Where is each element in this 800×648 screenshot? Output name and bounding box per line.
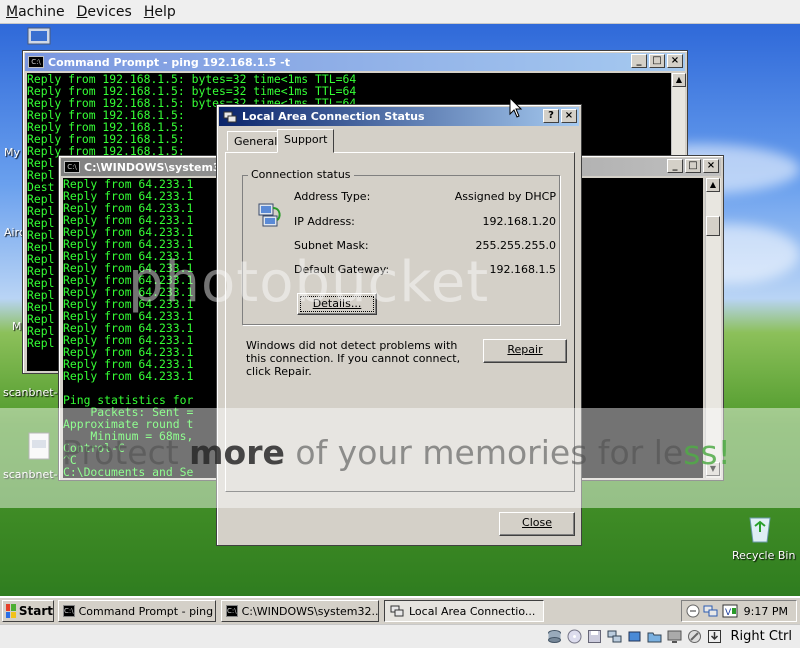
floppy-icon[interactable] <box>587 629 602 644</box>
tray-arrow-icon[interactable] <box>686 604 700 618</box>
start-label: Start <box>18 604 53 618</box>
watermark-slogan: Protect more of your memories for less! <box>62 433 731 472</box>
clock[interactable]: 9:17 PM <box>744 605 788 618</box>
taskbar-item-connection-status[interactable]: Local Area Connectio... <box>384 600 544 622</box>
field-label: Address Type: <box>294 190 371 203</box>
field-value: Assigned by DHCP <box>454 190 556 203</box>
taskbar-item-label: Command Prompt - ping ... <box>78 604 216 618</box>
close-button[interactable]: × <box>703 159 719 173</box>
field-value: 192.168.1.5 <box>489 263 556 276</box>
windows-logo-icon <box>6 604 16 618</box>
scroll-up-icon[interactable]: ▲ <box>672 73 686 87</box>
menu-help[interactable]: Help <box>138 4 182 20</box>
slogan-part-d: ss! <box>683 433 731 472</box>
desktop-edge-label-my: My <box>4 146 21 159</box>
recycle-bin-icon <box>749 517 771 543</box>
menu-devices[interactable]: Devices <box>71 4 138 20</box>
display-icon[interactable] <box>667 629 682 644</box>
tab-support[interactable]: Support <box>277 129 335 153</box>
cmd-icon: C:\ <box>226 605 238 617</box>
recycle-bin[interactable] <box>742 512 778 544</box>
shared-folder-icon[interactable] <box>647 629 662 644</box>
usb-icon[interactable] <box>627 629 642 644</box>
scroll-thumb[interactable] <box>706 216 720 236</box>
network-tray-icon[interactable] <box>703 604 719 618</box>
connection-status-label: Connection status <box>248 168 354 181</box>
app-tray-icon[interactable]: V <box>722 604 738 618</box>
dialog-title: Local Area Connection Status <box>242 110 425 123</box>
maximize-button[interactable]: □ <box>649 54 665 68</box>
dialog-close-button[interactable]: × <box>561 109 577 123</box>
info-text: Windows did not detect problems with thi… <box>246 339 461 378</box>
taskbar-item-label: C:\WINDOWS\system32... <box>241 604 379 618</box>
minimize-button[interactable]: _ <box>631 54 647 68</box>
dialog-titlebar[interactable]: Local Area Connection Status ? × <box>219 107 579 126</box>
slogan-part-c: of your memories for le <box>284 433 684 472</box>
hard-disk-icon[interactable] <box>547 629 562 644</box>
close-dialog-button[interactable]: Close <box>499 512 575 536</box>
slogan-part-b: more <box>189 433 285 472</box>
desktop-icon-top[interactable] <box>22 26 54 48</box>
host-menu-bar: Machine Devices Help <box>0 0 800 24</box>
tab-general[interactable]: General <box>227 131 285 151</box>
system-tray: V 9:17 PM <box>681 600 797 622</box>
taskbar: Start C:\ Command Prompt - ping ... C:\ … <box>0 596 800 624</box>
repair-button[interactable]: Repair <box>483 339 567 363</box>
watermark-brand: photobucket <box>128 250 490 315</box>
host-status-bar: Right Ctrl <box>0 624 800 648</box>
network-connection-icon <box>258 203 281 227</box>
taskbar-item-ping[interactable]: C:\ Command Prompt - ping ... <box>58 600 216 622</box>
mouse-integration-icon[interactable] <box>687 629 702 644</box>
close-button[interactable]: × <box>667 54 683 68</box>
field-value: 192.168.1.20 <box>482 215 556 228</box>
ping-window-title: Command Prompt - ping 192.168.1.5 -t <box>48 55 290 69</box>
system32-window-title: C:\WINDOWS\system32 <box>84 160 229 174</box>
host-key-label: Right Ctrl <box>730 629 793 644</box>
cmd-icon: C:\ <box>28 56 44 68</box>
ping-window-titlebar[interactable]: C:\ Command Prompt - ping 192.168.1.5 -t… <box>25 53 685 71</box>
cd-icon[interactable] <box>567 629 582 644</box>
close-button-label: Close <box>522 516 552 529</box>
svg-text:V: V <box>725 608 732 618</box>
field-label: IP Address: <box>294 215 355 228</box>
network-icon <box>390 605 404 617</box>
network-icon <box>223 111 237 122</box>
help-button[interactable]: ? <box>543 109 559 123</box>
network-status-icon[interactable] <box>607 629 622 644</box>
taskbar-item-system32[interactable]: C:\ C:\WINDOWS\system32... <box>221 600 379 622</box>
computer-icon <box>27 27 51 45</box>
recycle-bin-label[interactable]: Recycle Bin <box>732 549 795 562</box>
scroll-up-icon[interactable]: ▲ <box>706 178 720 192</box>
desktop-edge-label-m: M <box>12 320 22 333</box>
slogan-part-a: Protect <box>62 433 190 472</box>
mouse-pointer-icon <box>509 97 523 118</box>
menu-machine[interactable]: Machine <box>0 4 71 20</box>
start-button[interactable]: Start <box>2 600 54 622</box>
cmd-icon: C:\ <box>63 605 75 617</box>
desktop-icon-scanbnet-1-label[interactable]: scanbnet-0 <box>3 386 65 399</box>
minimize-button[interactable]: _ <box>667 159 683 173</box>
maximize-button[interactable]: □ <box>685 159 701 173</box>
repair-button-label: Repair <box>507 343 543 356</box>
taskbar-item-label: Local Area Connectio... <box>409 604 536 618</box>
keyboard-capture-icon[interactable] <box>707 629 722 644</box>
cmd-icon: C:\ <box>64 161 80 173</box>
